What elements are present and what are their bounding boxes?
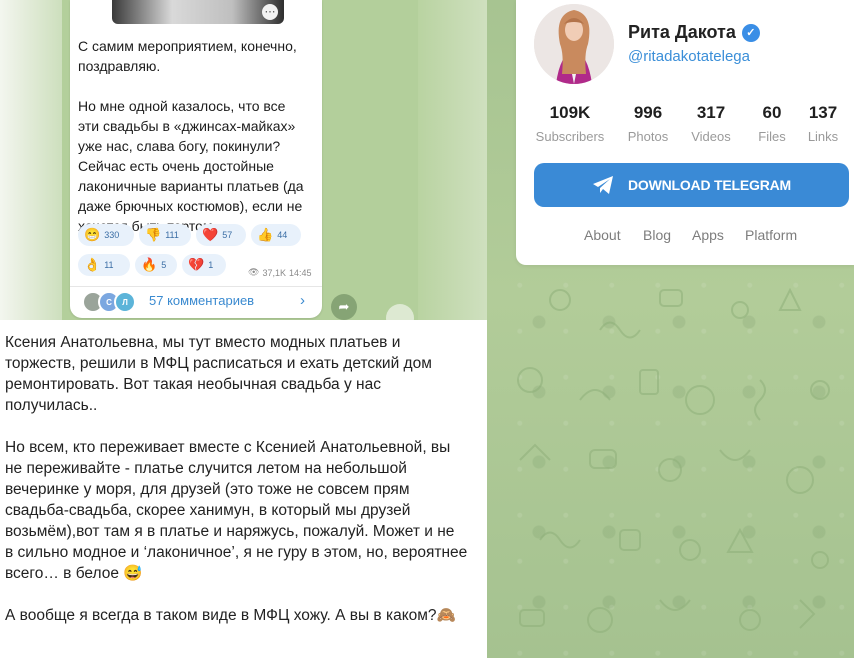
channel-profile-card: Рита Дакота ✓ @ritadakotatelega 109K Sub…	[516, 0, 854, 265]
download-button-label: DOWNLOAD TELEGRAM	[627, 177, 792, 193]
footer-links: About Blog Apps Platform	[516, 227, 854, 247]
reaction-count: 330	[104, 230, 120, 240]
reaction-count: 111	[165, 230, 179, 240]
stat-value: 996	[633, 103, 663, 122]
message-time: 14:45	[288, 267, 312, 278]
stat-value: 60	[762, 103, 782, 122]
reaction-pill: ❤️ 57	[196, 224, 246, 246]
reaction-count: 57	[222, 230, 233, 240]
footer-link-apps[interactable]: Apps	[692, 227, 724, 243]
reaction-pill: 👎 111	[139, 224, 191, 246]
reaction-count: 44	[277, 230, 288, 240]
reaction-pill: 💔 1	[182, 254, 226, 276]
commenter-avatars: С Л	[82, 291, 142, 315]
screenshot-left-edge	[0, 0, 62, 320]
reaction-emoji: 💔	[188, 257, 205, 272]
reaction-count: 1	[208, 260, 214, 270]
stat-value: 109K	[549, 103, 591, 122]
stat-value: 317	[696, 103, 726, 122]
channel-title: Рита Дакота	[628, 22, 736, 42]
views-count: 37,1K	[262, 267, 286, 278]
stat-value: 137	[808, 103, 838, 122]
stat-label: Photos	[627, 129, 669, 144]
message-photo	[112, 0, 284, 24]
reaction-pill: 👍 44	[251, 224, 301, 246]
commenter-avatar: Л	[114, 291, 136, 313]
stat-label: Videos	[691, 129, 731, 144]
telegram-plane-icon	[592, 176, 613, 194]
embedded-screenshot: ⋯ С самим мероприятием, конечно, поздрав…	[0, 0, 487, 320]
reaction-count: 5	[161, 260, 167, 270]
comments-bar: С Л 57 комментариев ›	[70, 286, 322, 317]
reaction-emoji: 👌	[84, 257, 101, 272]
chevron-right-icon: ›	[300, 292, 305, 309]
stat-photos[interactable]: 996 Photos	[622, 102, 674, 146]
stat-label: Links	[807, 129, 839, 144]
stat-subscribers: 109K Subscribers	[534, 102, 606, 146]
reaction-pill: 🔥 5	[135, 254, 177, 276]
reaction-count: 11	[104, 260, 114, 270]
footer-link-blog[interactable]: Blog	[643, 227, 671, 243]
eye-icon: 👁	[248, 267, 260, 277]
stat-links[interactable]: 137 Links	[802, 102, 844, 146]
reaction-emoji: ❤️	[202, 227, 219, 242]
footer-link-platform[interactable]: Platform	[745, 227, 797, 243]
stat-label: Subscribers	[535, 129, 605, 144]
reaction-emoji: 👍	[257, 227, 274, 242]
footer-link-about[interactable]: About	[584, 227, 621, 243]
comments-link: 57 комментариев	[149, 293, 255, 308]
share-icon: ➦	[331, 294, 357, 320]
channel-name: Рита Дакота ✓	[628, 22, 760, 43]
channel-avatar[interactable]	[534, 4, 614, 84]
quoted-message-text: С самим мероприятием, конечно, поздравля…	[78, 38, 304, 234]
message-meta: 👁 37,1K 14:45	[248, 267, 312, 278]
more-dots-icon: ⋯	[262, 4, 278, 20]
post-text: Ксения Анатольевна, мы тут вместо модных…	[5, 334, 468, 624]
stat-label: Files	[758, 129, 786, 144]
scroll-down-button	[386, 304, 414, 320]
reaction-pill: 😁 330	[78, 224, 134, 246]
post-content: Ксения Анатольевна, мы тут вместо модных…	[0, 320, 487, 658]
verified-icon: ✓	[741, 23, 760, 42]
stat-videos[interactable]: 317 Videos	[686, 102, 736, 146]
reaction-emoji: 🔥	[141, 257, 158, 272]
screenshot-right-edge	[418, 0, 487, 320]
reaction-pill: 👌 11	[78, 254, 130, 276]
channel-handle[interactable]: @ritadakotatelega	[628, 48, 750, 65]
reaction-emoji: 👎	[145, 227, 162, 242]
reaction-emoji: 😁	[84, 227, 101, 242]
stat-files[interactable]: 60 Files	[752, 102, 792, 146]
download-telegram-button[interactable]: DOWNLOAD TELEGRAM	[534, 163, 849, 207]
